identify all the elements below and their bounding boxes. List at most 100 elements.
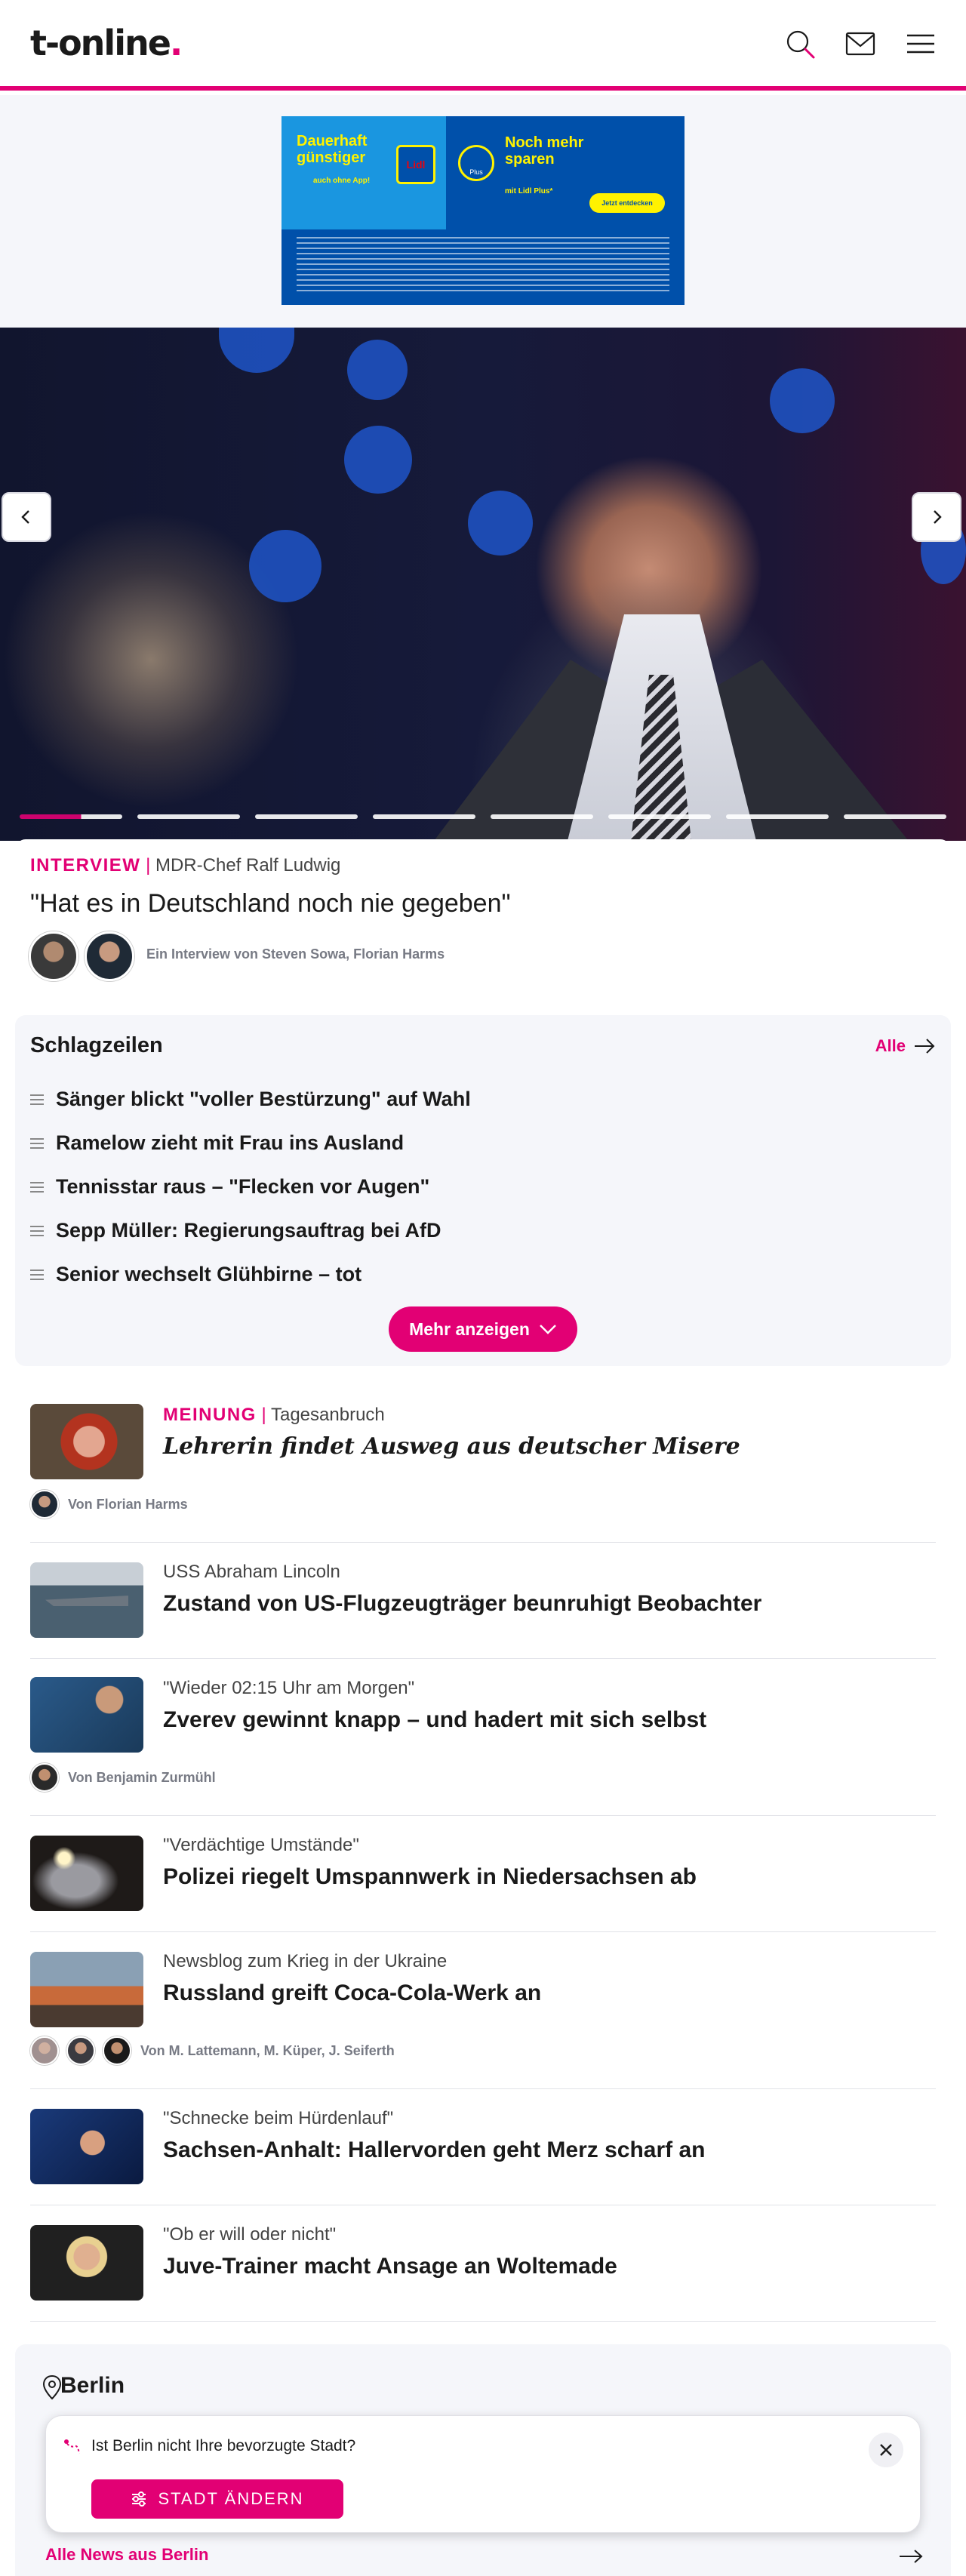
text-lines-icon: [30, 1269, 44, 1280]
site-header: t-online.: [0, 0, 966, 91]
bokeh-light: [219, 328, 294, 373]
change-city-button[interactable]: STADT ÄNDERN: [91, 2479, 343, 2519]
chevron-left-icon: [21, 510, 29, 524]
article-title: Zverev gewinnt knapp – und hadert mit si…: [163, 1707, 707, 1732]
article-kicker: MEINUNG | Tagesanbruch: [163, 1404, 385, 1426]
chevron-down-icon: [540, 1325, 556, 1334]
article-title: Juve-Trainer macht Ansage an Woltemade: [163, 2254, 617, 2279]
bokeh-light: [249, 530, 321, 602]
route-icon: [64, 2439, 80, 2454]
headline-text: Ramelow zieht mit Frau ins Ausland: [56, 1131, 405, 1154]
headlines-all-link[interactable]: Alle: [875, 1036, 936, 1056]
t-online-logo[interactable]: t-online.: [30, 23, 183, 63]
text-lines-icon: [30, 1225, 44, 1236]
article-byline: Von Florian Harms: [30, 1490, 188, 1519]
kicker-text: Tagesanbruch: [270, 1405, 385, 1425]
mail-icon[interactable]: [844, 27, 877, 60]
show-more-label: Mehr anzeigen: [409, 1319, 530, 1339]
slide-indicator[interactable]: [137, 814, 240, 819]
kicker-separator: |: [261, 1405, 266, 1425]
article-thumbnail: [30, 1562, 143, 1638]
author-avatar: [85, 931, 134, 981]
slide-indicator[interactable]: [844, 814, 946, 819]
lidl-plus-logo: Plus: [458, 145, 494, 181]
article-teaser[interactable]: Newsblog zum Krieg in der Ukraine Russla…: [30, 1932, 936, 2089]
all-local-news-link[interactable]: Alle News aus Berlin: [45, 2545, 208, 2565]
author-avatar: [103, 2036, 131, 2065]
hero-article-card[interactable]: INTERVIEW | MDR-Chef Ralf Ludwig "Hat es…: [15, 839, 951, 996]
slide-indicator[interactable]: [726, 814, 829, 819]
headline-item[interactable]: Sänger blickt "voller Bestürzung" auf Wa…: [30, 1088, 471, 1111]
slide-indicator[interactable]: [373, 814, 475, 819]
hero-image[interactable]: [0, 328, 966, 841]
headline-item[interactable]: Ramelow zieht mit Frau ins Ausland: [30, 1131, 404, 1155]
hero-byline: Ein Interview von Steven Sowa, Florian H…: [146, 946, 445, 962]
lidl-ad-banner[interactable]: Dauerhaft günstiger auch ohne App! Lidl P…: [281, 116, 685, 305]
article-teaser[interactable]: "Wieder 02:15 Uhr am Morgen" Zverev gewi…: [30, 1659, 936, 1816]
bokeh-light: [347, 340, 408, 400]
ad-left-sub: auch ohne App!: [313, 177, 371, 185]
headline-item[interactable]: Sepp Müller: Regierungsauftrag bei AfD: [30, 1219, 441, 1242]
all-label: Alle: [875, 1036, 906, 1055]
slide-indicator[interactable]: [608, 814, 711, 819]
hero-title[interactable]: "Hat es in Deutschland noch nie gegeben": [30, 888, 511, 919]
change-city-label: STADT ÄNDERN: [158, 2489, 304, 2508]
headline-text: Senior wechselt Glühbirne – tot: [56, 1263, 362, 1285]
kicker-text: USS Abraham Lincoln: [163, 1562, 340, 1582]
text-lines-icon: [30, 1137, 44, 1149]
byline-text: Von M. Lattemann, M. Küper, J. Seiferth: [140, 2042, 395, 2058]
article-title: Russland greift Coca-Cola-Werk an: [163, 1980, 542, 2005]
slider-next-button[interactable]: [912, 492, 961, 542]
search-icon[interactable]: [783, 27, 817, 60]
kicker-separator: |: [146, 855, 151, 876]
article-byline: Von M. Lattemann, M. Küper, J. Seiferth: [30, 2036, 395, 2065]
kicker-text: MDR-Chef Ralf Ludwig: [155, 855, 341, 876]
author-avatar: [29, 931, 78, 981]
slide-indicator[interactable]: [255, 814, 358, 819]
article-teaser[interactable]: MEINUNG | Tagesanbruch Lehrerin findet A…: [30, 1386, 936, 1543]
article-thumbnail: [30, 1677, 143, 1753]
hero-kicker: INTERVIEW | MDR-Chef Ralf Ludwig: [30, 854, 340, 877]
bokeh-light: [344, 426, 412, 494]
kicker-text: "Wieder 02:15 Uhr am Morgen": [163, 1678, 415, 1698]
article-teaser[interactable]: "Verdächtige Umstände" Polizei riegelt U…: [30, 1816, 936, 1932]
byline-text: Von Florian Harms: [68, 1496, 188, 1512]
chevron-right-icon: [934, 510, 942, 524]
arrow-right-icon: [915, 1039, 935, 1054]
lidl-logo: Lidl: [396, 145, 435, 184]
slide-indicator[interactable]: [20, 814, 122, 819]
article-kicker: "Wieder 02:15 Uhr am Morgen": [163, 1677, 414, 1700]
article-kicker: "Verdächtige Umstände": [163, 1834, 359, 1857]
slide-indicator[interactable]: [491, 814, 593, 819]
ad-right-sub: mit Lidl Plus*: [505, 187, 553, 195]
author-avatar: [30, 2036, 59, 2065]
author-avatar: [66, 2036, 95, 2065]
article-title: Zustand von US-Flugzeugträger beunruhigt…: [163, 1591, 762, 1616]
popup-close-button[interactable]: [869, 2433, 903, 2467]
article-thumbnail: [30, 1404, 143, 1479]
article-kicker: USS Abraham Lincoln: [163, 1561, 340, 1583]
headline-text: Sänger blickt "voller Bestürzung" auf Wa…: [56, 1088, 471, 1110]
show-more-button[interactable]: Mehr anzeigen: [389, 1306, 577, 1352]
city-change-popup: Ist Berlin nicht Ihre bevorzugte Stadt? …: [45, 2415, 921, 2533]
kicker-text: "Schnecke beim Hürdenlauf": [163, 2108, 394, 2128]
menu-icon[interactable]: [904, 27, 937, 60]
ad-left-headline: Dauerhaft günstiger: [297, 133, 368, 166]
ad-cta-button[interactable]: Jetzt entdecken: [589, 193, 665, 213]
headline-item[interactable]: Tennisstar raus – "Flecken vor Augen": [30, 1175, 429, 1199]
headline-item[interactable]: Senior wechselt Glühbirne – tot: [30, 1263, 361, 1286]
logo-text: t-online: [30, 23, 171, 63]
article-thumbnail: [30, 1836, 143, 1911]
kicker-label: MEINUNG: [163, 1405, 257, 1425]
arrow-right-icon[interactable]: [898, 2548, 924, 2565]
article-teaser[interactable]: USS Abraham Lincoln Zustand von US-Flugz…: [30, 1543, 936, 1659]
article-thumbnail: [30, 2109, 143, 2184]
slider-prev-button[interactable]: [2, 492, 51, 542]
article-teaser[interactable]: "Ob er will oder nicht" Juve-Trainer mac…: [30, 2205, 936, 2322]
headline-text: Sepp Müller: Regierungsauftrag bei AfD: [56, 1219, 441, 1242]
local-news-title: Berlin: [60, 2373, 125, 2398]
article-teaser[interactable]: "Schnecke beim Hürdenlauf" Sachsen-Anhal…: [30, 2089, 936, 2205]
bokeh-light: [770, 368, 835, 433]
kicker-text: "Verdächtige Umstände": [163, 1835, 359, 1855]
article-thumbnail: [30, 2225, 143, 2301]
